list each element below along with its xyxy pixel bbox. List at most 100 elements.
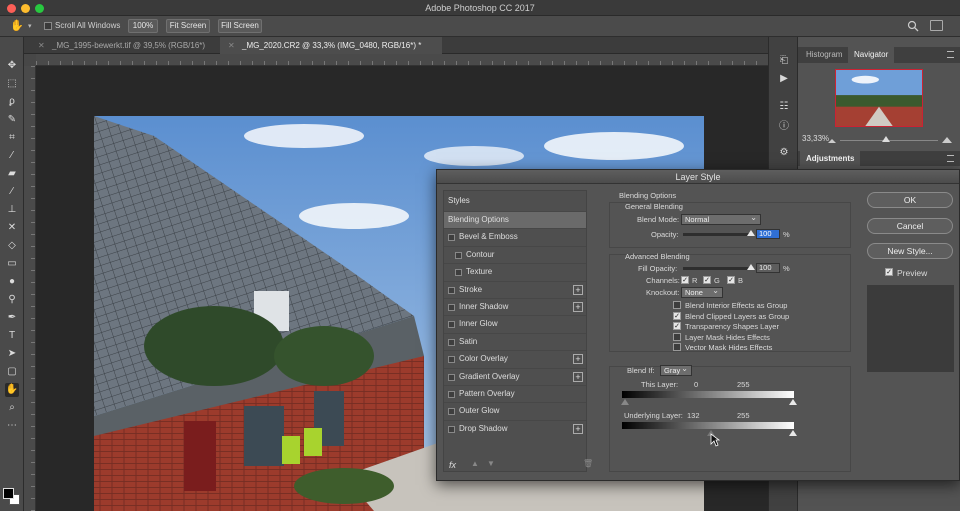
opacity-slider-knob[interactable] [747, 230, 755, 236]
advanced-option-checkbox[interactable] [673, 343, 681, 351]
clone-stamp-tool-icon[interactable]: ⊥ [5, 203, 19, 217]
ok-button[interactable]: OK [867, 192, 953, 208]
preview-checkbox[interactable]: ✓ [885, 268, 893, 276]
this-layer-gradient-bar[interactable] [622, 391, 794, 398]
zoom-100-button[interactable]: 100% [128, 19, 158, 33]
style-item-satin[interactable]: Satin [444, 332, 586, 350]
style-checkbox[interactable] [448, 373, 455, 381]
style-item-color-overlay[interactable]: Color Overlay + [444, 350, 586, 367]
style-item-drop-shadow[interactable]: Drop Shadow + [444, 419, 586, 437]
style-item-inner-shadow[interactable]: Inner Shadow + [444, 298, 586, 315]
channel-r-checkbox[interactable]: ✓ [681, 276, 689, 284]
layer-comps-panel-icon[interactable]: ⚙ [778, 147, 790, 159]
navigator-zoom-value[interactable]: 33,33% [802, 134, 829, 143]
style-item-gradient-overlay[interactable]: Gradient Overlay + [444, 367, 586, 385]
styles-header[interactable]: Styles [448, 196, 470, 205]
panel-menu-icon[interactable] [947, 51, 954, 58]
new-style-button[interactable]: New Style... [867, 243, 953, 259]
advanced-option-checkbox[interactable]: ✓ [673, 322, 681, 330]
crop-tool-icon[interactable]: ⌗ [5, 131, 19, 145]
channel-b-checkbox[interactable]: ✓ [727, 276, 735, 284]
move-up-icon[interactable]: ▲ [471, 459, 479, 468]
workspace-icon[interactable] [930, 20, 943, 31]
horizontal-ruler[interactable] [36, 54, 768, 66]
advanced-option-checkbox[interactable] [673, 332, 681, 341]
style-checkbox[interactable] [448, 391, 455, 398]
underlying-white-knob[interactable] [789, 430, 797, 436]
dodge-tool-icon[interactable]: ⚲ [5, 293, 19, 307]
eyedropper-tool-icon[interactable]: ⁄ [5, 149, 19, 163]
style-item-contour[interactable]: Contour [444, 245, 586, 263]
vertical-ruler[interactable] [24, 66, 36, 511]
style-checkbox[interactable] [448, 321, 455, 329]
history-brush-tool-icon[interactable]: ✕ [5, 221, 19, 235]
hand-tool-icon[interactable]: ✋ [5, 383, 19, 397]
close-tab-icon[interactable]: ✕ [38, 37, 45, 54]
style-checkbox[interactable] [448, 304, 455, 311]
lasso-tool-icon[interactable]: ϼ [5, 95, 19, 109]
add-style-instance-icon[interactable]: + [573, 354, 583, 365]
actions-panel-icon[interactable]: ▶ [778, 73, 790, 85]
foreground-color-swatch[interactable] [3, 488, 14, 499]
style-checkbox[interactable] [448, 338, 455, 346]
scroll-all-windows-checkbox[interactable] [44, 22, 52, 30]
style-checkbox[interactable] [448, 425, 455, 433]
style-checkbox[interactable] [448, 286, 455, 294]
trash-icon[interactable]: 🗑 [583, 459, 593, 468]
marquee-tool-icon[interactable]: ⬚ [5, 77, 19, 91]
zoom-out-icon[interactable] [828, 136, 836, 144]
blend-mode-select[interactable]: Normal [681, 213, 761, 225]
zoom-in-icon[interactable] [942, 134, 952, 144]
ruler-origin[interactable] [24, 54, 36, 66]
style-item-stroke[interactable]: Stroke + [444, 280, 586, 298]
style-checkbox[interactable] [448, 356, 455, 364]
info-panel-icon[interactable]: ⓘ [778, 121, 790, 133]
pen-tool-icon[interactable]: ✒ [5, 311, 19, 325]
style-checkbox[interactable] [448, 234, 455, 242]
style-checkbox[interactable] [455, 251, 462, 259]
fx-button[interactable]: fx [449, 460, 456, 470]
panel-menu-icon[interactable] [947, 155, 954, 162]
cancel-button[interactable]: Cancel [867, 218, 953, 234]
fill-opacity-slider-knob[interactable] [747, 264, 755, 270]
brush-tool-icon[interactable]: ∕ [5, 185, 19, 199]
rectangle-tool-icon[interactable]: ▢ [5, 365, 19, 379]
tab-document-2[interactable]: ✕ _MG_2020.CR2 @ 33,3% (IMG_0480, RGB/16… [220, 37, 442, 54]
blur-tool-icon[interactable]: ● [5, 275, 19, 289]
search-icon[interactable] [907, 20, 919, 32]
advanced-option-checkbox[interactable]: ✓ [673, 311, 681, 320]
navigator-thumbnail[interactable] [835, 69, 923, 127]
move-tool-icon[interactable]: ✥ [5, 59, 19, 73]
style-checkbox[interactable] [448, 408, 455, 416]
history-panel-icon[interactable]: ⎗ [778, 55, 790, 67]
tab-histogram[interactable]: Histogram [800, 47, 848, 63]
fill-opacity-slider[interactable] [683, 267, 751, 270]
tool-preset-chevron-icon[interactable]: ▾ [28, 22, 32, 30]
healing-brush-tool-icon[interactable]: ▰ [5, 167, 19, 181]
fill-screen-button[interactable]: Fill Screen [218, 19, 262, 33]
opacity-slider[interactable] [683, 233, 751, 236]
channel-g-checkbox[interactable]: ✓ [703, 276, 711, 284]
navigator-zoom-slider-knob[interactable] [882, 136, 890, 142]
blend-if-select[interactable]: Gray [660, 364, 692, 376]
add-style-instance-icon[interactable]: + [573, 284, 583, 295]
style-item-inner-glow[interactable]: Inner Glow [444, 315, 586, 332]
add-style-instance-icon[interactable]: + [573, 302, 583, 312]
style-checkbox[interactable] [455, 269, 462, 277]
tab-document-1[interactable]: ✕ _MG_1995-bewerkt.tif @ 39,5% (RGB/16*) [30, 37, 220, 54]
path-selection-tool-icon[interactable]: ➤ [5, 347, 19, 361]
eraser-tool-icon[interactable]: ◇ [5, 239, 19, 253]
fit-screen-button[interactable]: Fit Screen [166, 19, 210, 33]
style-item-outer-glow[interactable]: Outer Glow [444, 402, 586, 419]
style-item-texture[interactable]: Texture [444, 263, 586, 280]
move-down-icon[interactable]: ▼ [487, 459, 495, 468]
advanced-option-checkbox[interactable] [673, 301, 681, 309]
this-layer-black-knob[interactable] [621, 399, 629, 405]
gradient-tool-icon[interactable]: ▭ [5, 257, 19, 271]
underlying-layer-gradient-bar[interactable] [622, 422, 794, 429]
fill-opacity-input[interactable]: 100 [756, 263, 780, 273]
type-tool-icon[interactable]: T [5, 329, 19, 343]
opacity-input[interactable]: 100 [756, 229, 780, 239]
hand-tool-icon[interactable]: ✋ [10, 20, 24, 32]
knockout-select[interactable]: None [681, 286, 723, 298]
